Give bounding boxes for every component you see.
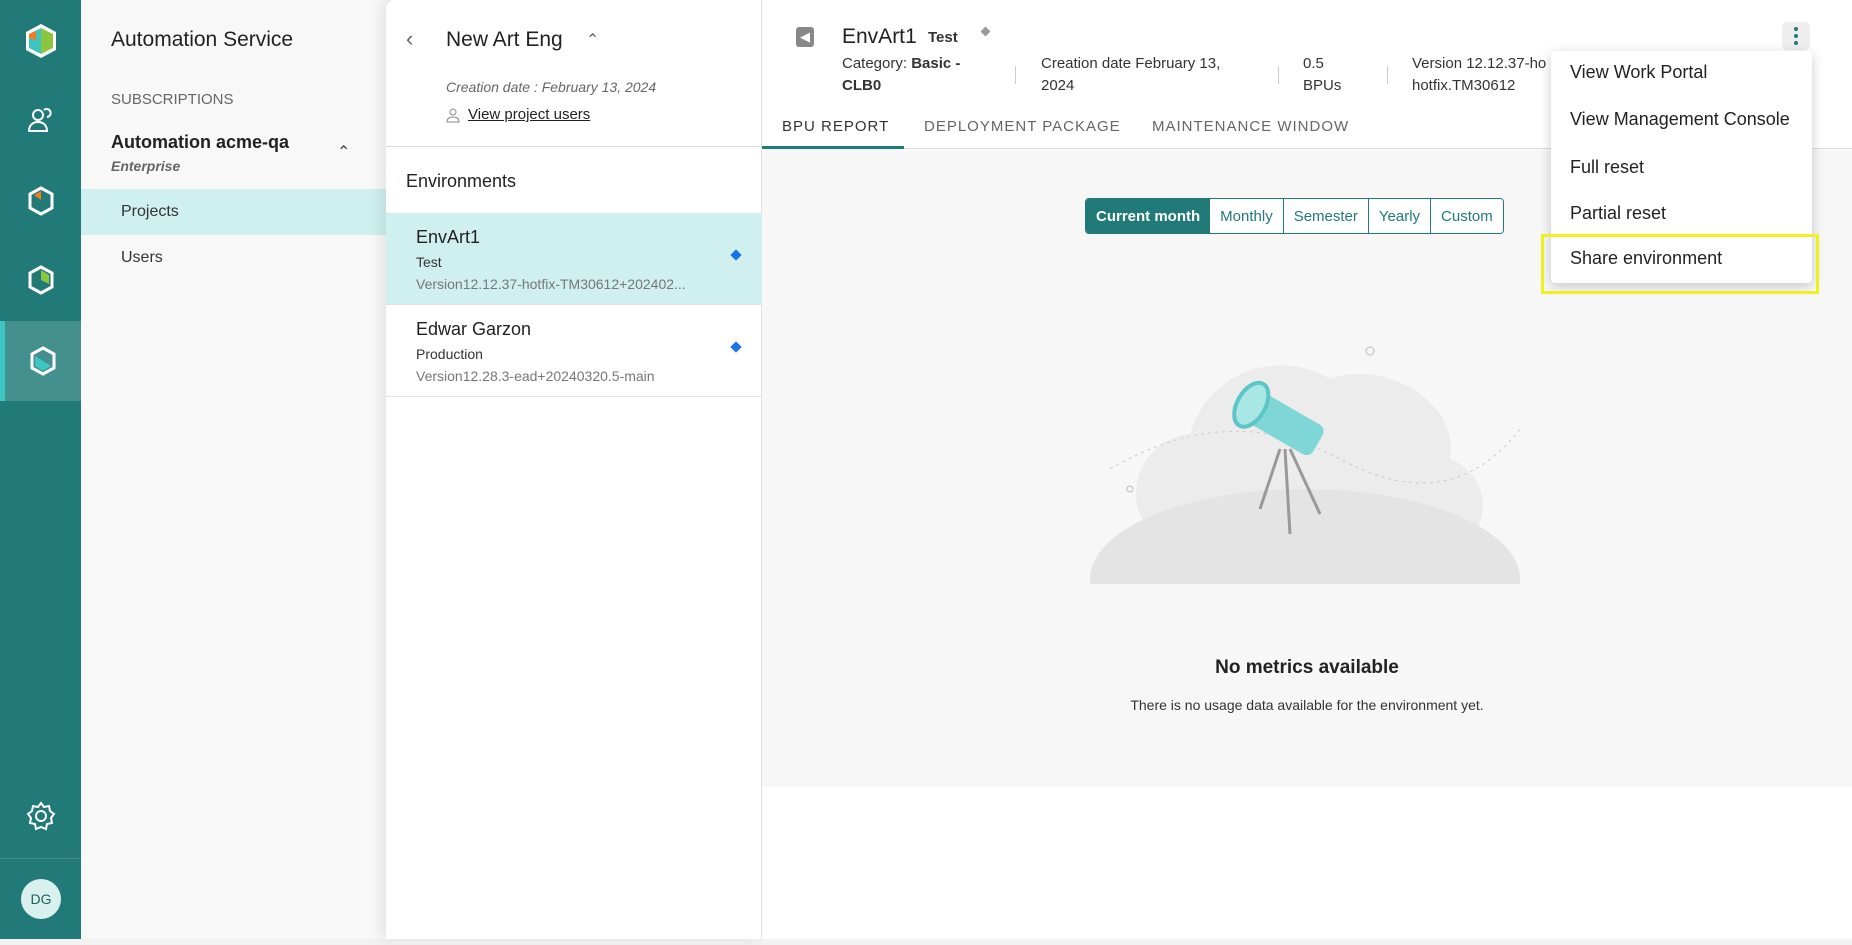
user-management-icon[interactable]	[0, 90, 81, 150]
settings-icon[interactable]	[0, 786, 81, 846]
environment-version: Version12.12.37-hotfix-TM30612+202402...	[416, 276, 686, 292]
menu-item-view-management-console[interactable]: View Management Console	[1570, 109, 1790, 130]
empty-state-text: There is no usage data available for the…	[1130, 697, 1484, 713]
menu-item-full-reset[interactable]: Full reset	[1570, 157, 1644, 178]
menu-item-view-work-portal[interactable]: View Work Portal	[1570, 62, 1707, 83]
menu-item-partial-reset[interactable]: Partial reset	[1570, 203, 1666, 224]
more-options-button[interactable]	[1782, 22, 1810, 50]
subscription-tier: Enterprise	[111, 158, 181, 174]
avatar[interactable]: DG	[21, 879, 61, 919]
tab-deployment-package[interactable]: DEPLOYMENT PACKAGE	[924, 118, 1121, 135]
diamond-icon	[730, 341, 742, 353]
period-custom[interactable]: Custom	[1430, 199, 1503, 233]
logo-icon[interactable]	[0, 11, 81, 71]
cube-green-icon[interactable]	[0, 250, 81, 310]
environment-type: Production	[416, 346, 483, 362]
telescope-illustration	[1080, 346, 1530, 599]
sidebar-item-users[interactable]: Users	[81, 235, 386, 281]
sidebar: Automation Service SUBSCRIPTIONS Automat…	[81, 0, 386, 939]
cube-orange-icon[interactable]	[0, 171, 81, 231]
period-semester[interactable]: Semester	[1282, 199, 1368, 233]
view-project-users-link[interactable]: View project users	[446, 106, 590, 123]
environment-type-label: Test	[928, 29, 958, 46]
category-label: Category:	[842, 55, 908, 72]
environments-heading: Environments	[406, 171, 517, 191]
period-yearly[interactable]: Yearly	[1367, 199, 1431, 233]
users-icon	[446, 108, 460, 122]
project-creation-date: Creation date : February 13, 2024	[446, 79, 657, 95]
environment-actions-menu: View Work Portal View Management Console…	[1551, 51, 1812, 283]
category-meta: Category: Basic - CLB0	[842, 53, 962, 97]
app-rail: DG	[0, 0, 81, 939]
diamond-icon	[980, 26, 991, 37]
environment-type: Test	[416, 254, 442, 270]
tab-bpu-report[interactable]: BPU REPORT	[782, 118, 889, 135]
collapse-chevron-icon[interactable]: ⌃	[586, 30, 599, 50]
service-title: Automation Service	[111, 28, 294, 51]
environment-name: EnvArt1	[416, 227, 481, 247]
creation-date-meta: Creation date February 13, 2024	[1041, 55, 1221, 94]
divider	[1278, 66, 1279, 84]
divider	[1015, 66, 1016, 84]
project-panel: ‹ New Art Eng ⌃ Creation date : February…	[386, 0, 762, 939]
period-selector: Current month Monthly Semester Yearly Cu…	[1085, 198, 1504, 234]
period-monthly[interactable]: Monthly	[1210, 199, 1283, 233]
menu-item-share-environment[interactable]: Share environment	[1570, 248, 1722, 269]
diamond-icon	[730, 249, 742, 261]
rail-divider	[0, 858, 81, 859]
subscriptions-heading: SUBSCRIPTIONS	[111, 91, 234, 108]
period-current-month[interactable]: Current month	[1086, 199, 1211, 233]
chevron-up-icon[interactable]: ⌃	[337, 142, 350, 162]
bpus-meta: 0.5 BPUs	[1303, 55, 1342, 94]
environment-version: Version12.28.3-ead+20240320.5-main	[416, 368, 655, 384]
environment-item[interactable]: Edwar Garzon Production Version12.28.3-e…	[386, 305, 762, 397]
environment-title: EnvArt1	[842, 25, 917, 48]
view-project-users-label: View project users	[468, 106, 591, 123]
collapse-panel-icon[interactable]: ◀	[796, 27, 814, 47]
cube-teal-icon[interactable]	[0, 321, 81, 401]
version-meta: Version 12.12.37-ho hotfix.TM30612	[1412, 55, 1547, 94]
divider	[386, 146, 762, 147]
empty-state-title: No metrics available	[1215, 657, 1399, 678]
environment-item[interactable]: EnvArt1 Test Version12.12.37-hotfix-TM30…	[386, 213, 762, 305]
divider	[1387, 66, 1388, 84]
project-title: New Art Eng	[446, 28, 563, 51]
sidebar-item-projects[interactable]: Projects	[81, 189, 386, 235]
environment-name: Edwar Garzon	[416, 319, 532, 339]
back-chevron-icon[interactable]: ‹	[406, 26, 413, 52]
subscription-name[interactable]: Automation acme-qa	[111, 132, 289, 153]
tab-maintenance-window[interactable]: MAINTENANCE WINDOW	[1152, 118, 1349, 135]
